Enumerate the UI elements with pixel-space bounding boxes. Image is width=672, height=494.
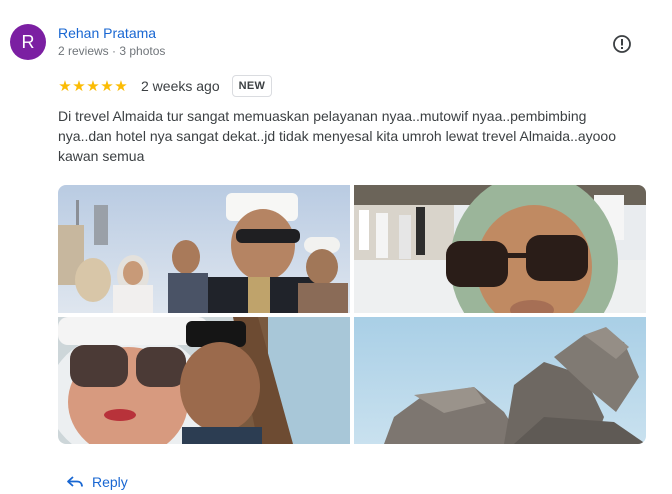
review-photo[interactable] bbox=[354, 317, 646, 444]
rating-row: ★ ★ ★ ★ ★ 2 weeks ago NEW bbox=[58, 74, 273, 98]
star-icon: ★ bbox=[114, 77, 128, 95]
author-name[interactable]: Rehan Pratama bbox=[58, 25, 156, 41]
review-photo[interactable] bbox=[58, 185, 350, 313]
review-photo[interactable] bbox=[354, 185, 646, 313]
reply-button[interactable]: Reply bbox=[66, 470, 128, 494]
review-photo[interactable] bbox=[58, 317, 350, 444]
reply-arrow-icon bbox=[67, 476, 83, 487]
avatar[interactable]: R bbox=[10, 24, 46, 60]
report-button[interactable] bbox=[611, 33, 633, 55]
reply-label: Reply bbox=[92, 474, 128, 490]
star-icon: ★ bbox=[100, 77, 114, 95]
review-text: Di trevel Almaida tur sangat memuaskan p… bbox=[58, 108, 616, 164]
star-icon: ★ bbox=[86, 77, 100, 95]
photo-grid bbox=[58, 185, 646, 444]
review-time: 2 weeks ago bbox=[141, 78, 220, 94]
info-icon bbox=[613, 35, 631, 53]
avatar-initial: R bbox=[21, 31, 35, 52]
star-rating: ★ ★ ★ ★ ★ bbox=[58, 79, 128, 94]
new-badge: NEW bbox=[231, 75, 273, 97]
star-icon: ★ bbox=[72, 77, 86, 95]
star-icon: ★ bbox=[58, 77, 72, 95]
author-meta: 2 reviews · 3 photos bbox=[58, 44, 166, 58]
